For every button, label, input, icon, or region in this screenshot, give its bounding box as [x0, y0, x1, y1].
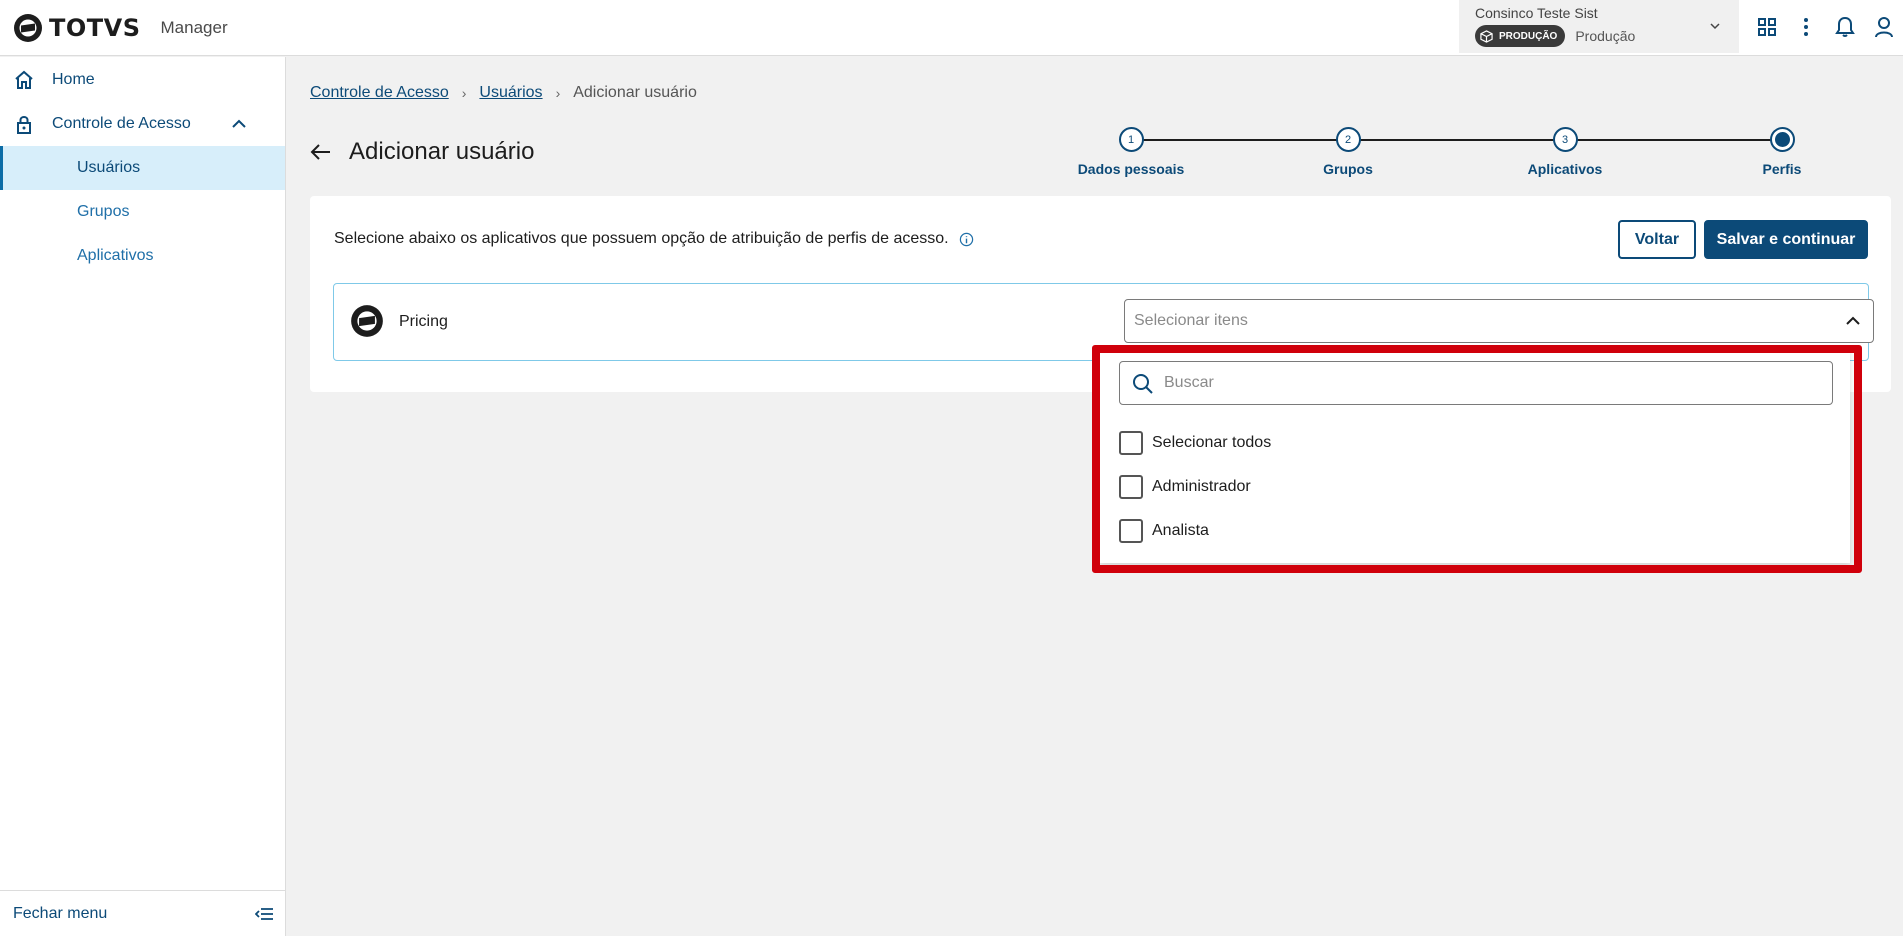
sidebar-item-label: Home — [52, 71, 95, 88]
breadcrumb-usuarios[interactable]: Usuários — [479, 84, 542, 102]
step-grupos[interactable]: 2 Grupos — [1273, 127, 1423, 177]
breadcrumb-controle-de-acesso[interactable]: Controle de Acesso — [310, 84, 449, 102]
option-label: Administrador — [1152, 478, 1251, 495]
totvs-logo[interactable]: TOTVS — [13, 13, 141, 43]
sidebar-item-aplicativos[interactable]: Aplicativos — [0, 234, 285, 278]
close-menu-button[interactable]: Fechar menu — [0, 890, 285, 936]
user-icon[interactable] — [1872, 15, 1896, 39]
step-dados-pessoais[interactable]: 1 Dados pessoais — [1056, 127, 1206, 177]
tenant-selector[interactable]: Consinco Teste Sist PRODUÇÃO Produção — [1459, 0, 1739, 53]
checkbox[interactable] — [1119, 431, 1143, 455]
box-icon — [1480, 29, 1493, 43]
collapse-menu-icon — [255, 907, 273, 920]
apps-grid-icon[interactable] — [1755, 15, 1779, 39]
option-select-all[interactable]: Selecionar todos — [1119, 430, 1271, 456]
back-arrow-icon[interactable] — [310, 143, 332, 161]
select-placeholder: Selecionar itens — [1134, 312, 1248, 329]
chevron-up-icon — [232, 119, 246, 128]
search-input[interactable] — [1164, 370, 1814, 396]
step-number: 1 — [1118, 127, 1144, 152]
page-header: Adicionar usuário — [310, 138, 534, 166]
step-current-indicator — [1769, 127, 1795, 152]
totvs-logo-icon — [14, 13, 42, 42]
bell-icon[interactable] — [1833, 15, 1857, 39]
search-icon — [1133, 374, 1153, 394]
sidebar-item-controle-de-acesso[interactable]: Controle de Acesso — [0, 102, 285, 146]
info-icon[interactable] — [959, 232, 974, 247]
option-label: Selecionar todos — [1152, 434, 1272, 451]
profiles-multiselect[interactable]: Selecionar itens — [1124, 299, 1874, 343]
pricing-app-icon — [351, 305, 383, 337]
app-name: Manager — [160, 17, 228, 37]
step-number: 3 — [1552, 127, 1578, 152]
lock-icon — [17, 116, 31, 134]
stepper: 1 Dados pessoais 2 Grupos 3 Aplicativos … — [1078, 127, 1801, 187]
sidebar: Home Controle de Acesso Usuários Grupos … — [0, 57, 286, 936]
chevron-up-icon — [1846, 316, 1860, 325]
top-bar: TOTVS Manager Consinco Teste Sist PRODUÇ… — [0, 0, 1903, 56]
checkbox[interactable] — [1119, 475, 1143, 499]
profiles-dropdown: Selecionar todos Administrador Analista — [1100, 349, 1850, 563]
breadcrumb-current: Adicionar usuário — [573, 84, 697, 101]
card-description: Selecione abaixo os aplicativos que poss… — [334, 230, 974, 248]
save-and-continue-button[interactable]: Salvar e continuar — [1704, 220, 1868, 259]
search-field[interactable] — [1119, 361, 1833, 405]
sidebar-item-usuarios[interactable]: Usuários — [0, 146, 285, 190]
sidebar-item-label: Controle de Acesso — [52, 115, 191, 132]
step-perfis[interactable]: Perfis — [1707, 127, 1857, 177]
close-menu-label: Fechar menu — [13, 904, 108, 922]
back-button[interactable]: Voltar — [1618, 220, 1696, 259]
description-text: Selecione abaixo os aplicativos que poss… — [334, 230, 949, 247]
home-icon — [15, 70, 33, 89]
step-aplicativos[interactable]: 3 Aplicativos — [1490, 127, 1640, 177]
checkbox[interactable] — [1119, 519, 1143, 543]
step-label: Aplicativos — [1527, 161, 1603, 177]
option-label: Analista — [1152, 522, 1209, 539]
chevron-down-icon — [1710, 23, 1720, 30]
step-number: 2 — [1335, 127, 1361, 152]
step-label: Grupos — [1323, 161, 1373, 177]
chevron-right-icon: › — [461, 85, 467, 101]
environment-badge: PRODUÇÃO — [1475, 25, 1566, 47]
logo-text: TOTVS — [49, 13, 141, 42]
more-vertical-icon[interactable] — [1794, 15, 1818, 39]
sidebar-item-grupos[interactable]: Grupos — [0, 190, 285, 234]
step-label: Dados pessoais — [1077, 161, 1185, 177]
step-label: Perfis — [1762, 161, 1802, 177]
option-administrador[interactable]: Administrador — [1119, 474, 1251, 500]
breadcrumb: Controle de Acesso › Usuários › Adiciona… — [310, 84, 697, 102]
application-name: Pricing — [399, 313, 448, 330]
sidebar-item-home[interactable]: Home — [0, 58, 285, 102]
page-title: Adicionar usuário — [349, 138, 535, 165]
option-analista[interactable]: Analista — [1119, 518, 1209, 544]
stepper-line — [1135, 139, 1775, 141]
environment-label: Produção — [1575, 28, 1636, 44]
tenant-name: Consinco Teste Sist — [1475, 5, 1598, 21]
chevron-right-icon: › — [555, 85, 561, 101]
